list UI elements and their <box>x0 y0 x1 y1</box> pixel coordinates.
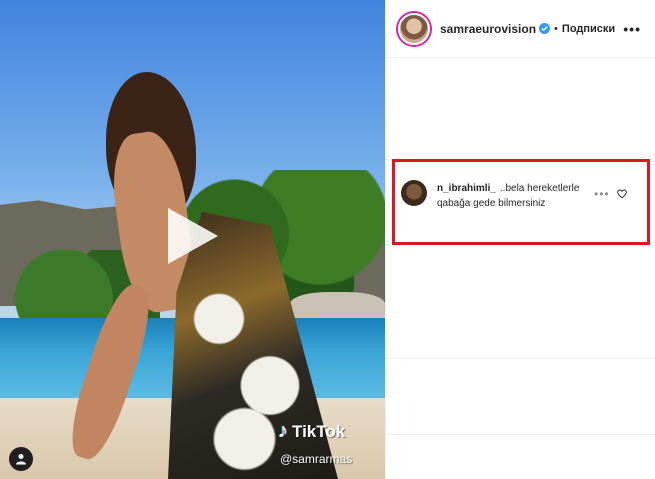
heart-icon[interactable] <box>617 189 627 199</box>
separator: • <box>554 22 558 35</box>
post-side-panel: samraeurovision • Подписки ••• n_ibrahim… <box>385 0 655 479</box>
post-header: samraeurovision • Подписки ••• <box>386 0 655 58</box>
highlighted-comment: n_ibrahimli_ ..bela hereketlerle qabağa g… <box>392 159 650 245</box>
comment-username[interactable]: n_ibrahimli_ <box>437 183 496 194</box>
tiktok-username: @samrarmas <box>280 452 353 466</box>
tiktok-brand: TikTok <box>292 421 346 441</box>
tiktok-logo-icon: ♪ <box>278 420 288 442</box>
more-options-button[interactable]: ••• <box>623 21 645 37</box>
person-icon <box>16 454 26 465</box>
actions-divider <box>386 358 655 359</box>
avatar[interactable] <box>398 12 430 45</box>
play-icon[interactable] <box>168 208 218 264</box>
add-comment-divider <box>386 434 655 435</box>
post-media[interactable]: ♪ TikTok @samrarmas <box>0 0 385 479</box>
comment-body: n_ibrahimli_ ..bela hereketlerle qabağa g… <box>437 181 589 211</box>
post-username[interactable]: samraeurovision <box>440 22 536 36</box>
person-figure <box>61 72 338 479</box>
verified-badge-icon <box>539 23 551 34</box>
comment-more-button[interactable]: ••• <box>594 187 610 201</box>
tiktok-watermark: ♪ TikTok <box>278 420 345 443</box>
following-button[interactable]: Подписки <box>562 23 615 35</box>
user-tags-button[interactable] <box>9 447 33 471</box>
comment-avatar[interactable] <box>401 180 427 206</box>
